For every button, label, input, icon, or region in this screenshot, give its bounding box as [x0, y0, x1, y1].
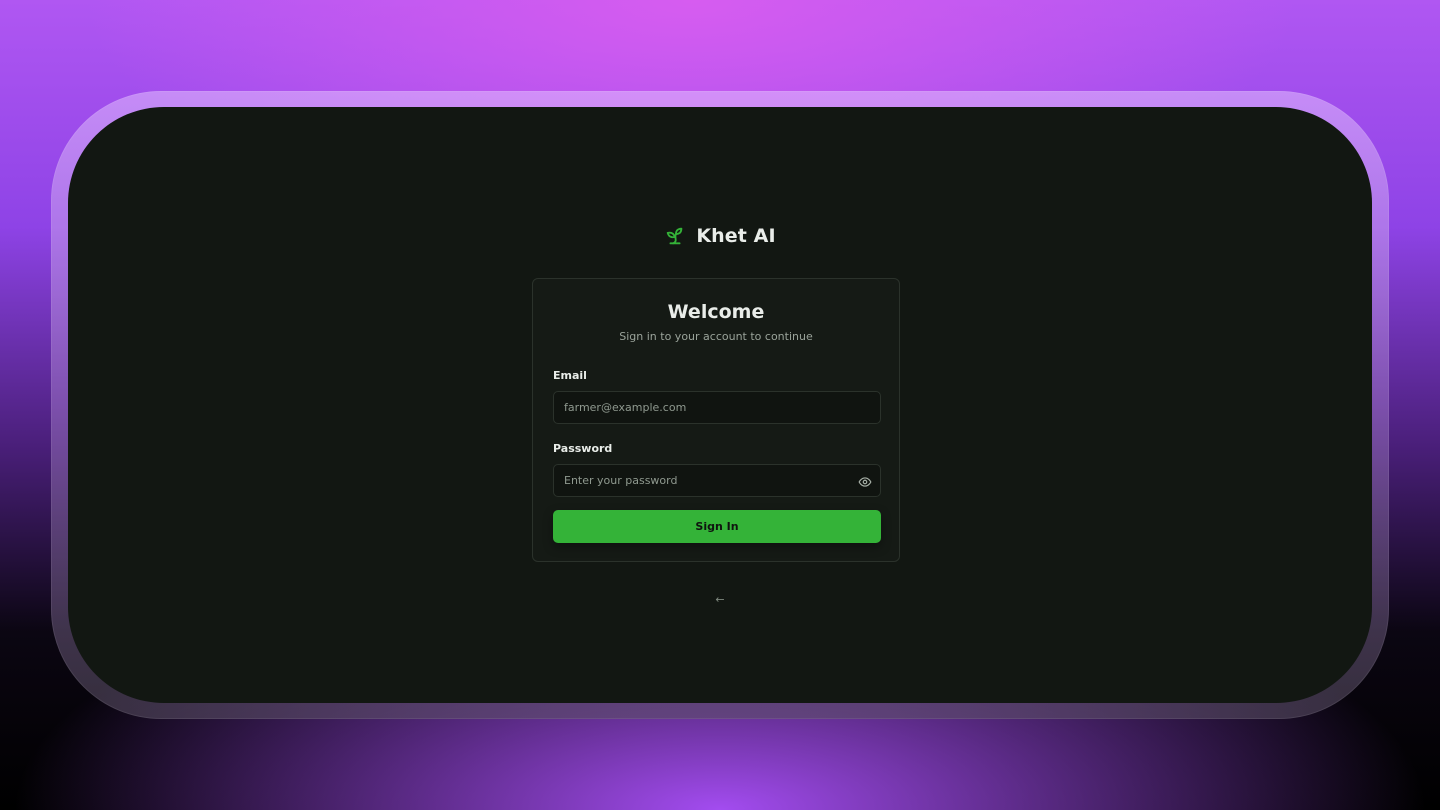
app-name: Khet AI [696, 225, 776, 247]
password-label: Password [553, 442, 613, 455]
login-title: Welcome [667, 301, 765, 323]
login-subtitle: Sign in to your account to continue [619, 330, 813, 343]
eye-icon[interactable] [858, 475, 872, 489]
back-link[interactable]: ← [68, 593, 1372, 606]
brand-header: Khet AI [68, 225, 1372, 247]
email-label: Email [553, 369, 587, 382]
login-card: Welcome Sign in to your account to conti… [532, 278, 900, 562]
sprout-icon [667, 227, 683, 245]
sign-in-button[interactable]: Sign In [553, 510, 881, 543]
password-field[interactable] [553, 464, 881, 497]
email-field[interactable] [553, 391, 881, 424]
app-screen: Khet AI Welcome Sign in to your account … [68, 107, 1372, 703]
